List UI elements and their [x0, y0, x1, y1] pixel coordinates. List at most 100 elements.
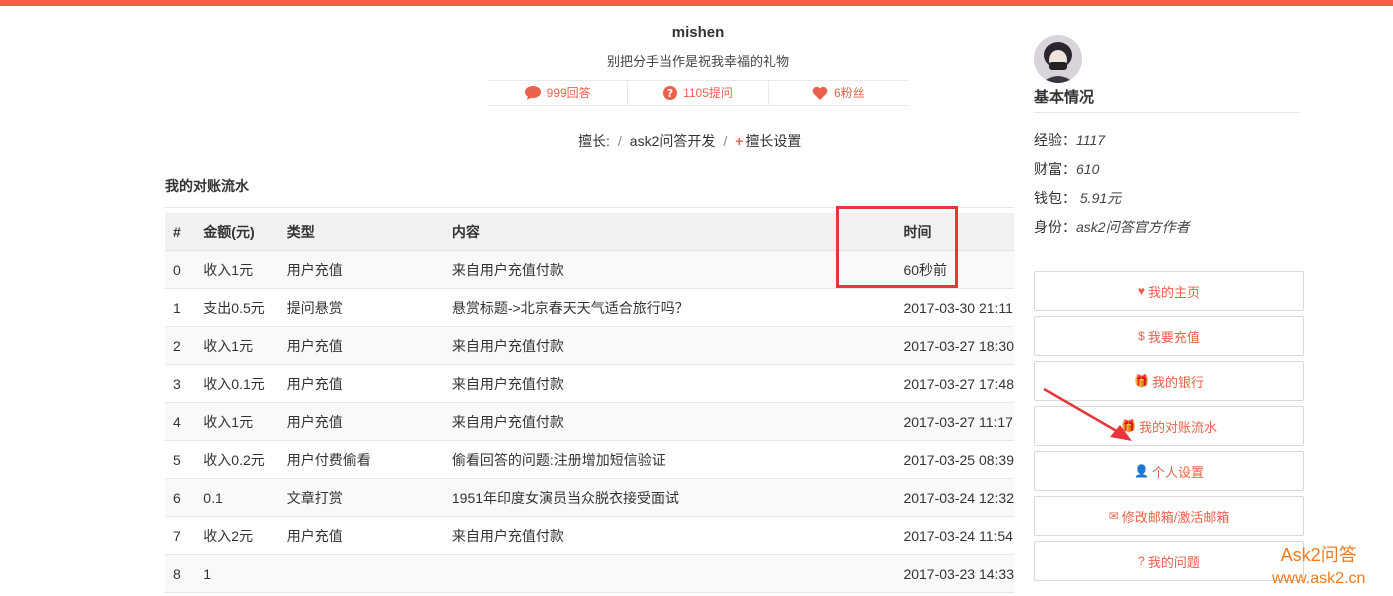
cell-content: 来自用户充值付款: [443, 326, 783, 365]
skills-label: 擅长:: [578, 133, 610, 149]
table-row: 3 收入0.1元 用户充值 来自用户充值付款 2017-03-27 17:48: [165, 364, 1014, 403]
time-column-highlight-box: [836, 206, 958, 288]
cell-type: 用户充值: [278, 364, 444, 403]
skills-row: 擅长: / ask2问答开发 / + 擅长设置: [578, 131, 801, 151]
avatar[interactable]: [1034, 35, 1082, 83]
plus-icon: +: [735, 133, 744, 149]
cell-spacer: [782, 478, 896, 517]
cell-type: 用户充值: [278, 250, 444, 289]
user-icon: 👤: [1134, 464, 1149, 478]
skills-setting-label: 擅长设置: [745, 133, 802, 149]
comment-icon: [524, 86, 541, 100]
cell-amount: 收入0.1元: [195, 364, 279, 403]
cell-time: 2017-03-30 21:11: [895, 288, 1014, 327]
menu-recharge-button[interactable]: $ 我要充值: [1034, 316, 1304, 356]
cell-content: 悬赏标题->北京春天天气适合旅行吗？: [443, 288, 783, 327]
info-value: 610: [1076, 161, 1100, 177]
info-identity: 身份：ask2问答官方作者: [1034, 217, 1190, 237]
menu-personal-settings-button[interactable]: 👤 个人设置: [1034, 451, 1304, 491]
menu-my-questions-button[interactable]: ? 我的问题: [1034, 541, 1304, 581]
cell-time: 2017-03-24 11:54: [895, 516, 1014, 555]
cell-type: [278, 554, 444, 593]
info-experience: 经验：1117: [1034, 130, 1105, 150]
table-row: 4 收入1元 用户充值 来自用户充值付款 2017-03-27 11:17: [165, 402, 1014, 441]
table-row: 6 0.1 文章打赏 1951年印度女演员当众脱衣接受面试 2017-03-24 12:…: [165, 478, 1014, 517]
cell-time: 2017-03-24 12:32: [895, 478, 1014, 517]
answers-count: 999回答: [546, 86, 591, 100]
menu-label: 我的对账流水: [1138, 419, 1217, 435]
cell-amount: 收入2元: [195, 516, 279, 555]
menu-my-homepage-button[interactable]: ♥ 我的主页: [1034, 271, 1304, 311]
cell-type: 提问悬赏: [278, 288, 444, 327]
cell-time: 2017-03-27 11:17: [895, 402, 1014, 441]
cell-amount: 收入1元: [195, 250, 279, 289]
user-signature: 别把分手当作是祝我幸福的礼物: [606, 54, 789, 69]
profile-stats: 999回答 ? 1105提问 6粉丝: [488, 80, 908, 106]
cell-time: 2017-03-25 08:39: [895, 440, 1014, 479]
questions-stat-link[interactable]: ? 1105提问: [628, 81, 769, 105]
cell-type: 用户充值: [278, 402, 444, 441]
info-value: ask2问答官方作者: [1076, 219, 1190, 235]
menu-label: 个人设置: [1151, 464, 1204, 480]
col-header-content: 内容: [443, 213, 783, 251]
cell-index: 4: [165, 402, 196, 441]
table-row: 7 收入2元 用户充值 来自用户充值付款 2017-03-24 11:54: [165, 516, 1014, 555]
answers-stat-link[interactable]: 999回答: [488, 81, 629, 105]
dollar-icon: $: [1138, 329, 1145, 343]
cell-amount: 收入1元: [195, 402, 279, 441]
cell-index: 8: [165, 554, 196, 593]
info-label: 财富：: [1034, 161, 1076, 177]
cell-amount: 支出0.5元: [195, 288, 279, 327]
username[interactable]: mishen: [488, 20, 908, 46]
table-row: 8 1 2017-03-23 14:33: [165, 554, 1014, 593]
cell-amount: 0.1: [195, 478, 279, 517]
menu-email-button[interactable]: ✉ 修改邮箱/激活邮箱: [1034, 496, 1304, 536]
cell-time: 2017-03-23 14:33: [895, 554, 1014, 593]
cell-content: 来自用户充值付款: [443, 402, 783, 441]
cell-index: 3: [165, 364, 196, 403]
heart-icon: ♥: [1137, 284, 1146, 298]
cell-time: 2017-03-27 18:30: [895, 326, 1014, 365]
cell-index: 1: [165, 288, 196, 327]
cell-spacer: [782, 288, 896, 327]
col-header-type: 类型: [278, 213, 444, 251]
cell-spacer: [782, 402, 896, 441]
info-label: 身份：: [1034, 219, 1076, 235]
cell-spacer: [782, 516, 896, 555]
watermark-url: www.ask2.cn: [1272, 570, 1366, 587]
cell-type: 用户付费偷看: [278, 440, 444, 479]
menu-label: 我要充值: [1147, 329, 1200, 345]
sidebar-title: 基本情况: [1034, 89, 1095, 106]
cell-content: 1951年印度女演员当众脱衣接受面试: [443, 478, 783, 517]
cell-index: 7: [165, 516, 196, 555]
table-row: 5 收入0.2元 用户付费偷看 偷看回答的问题:注册增加短信验证 2017-03-25 …: [165, 440, 1014, 479]
fans-count: 6粉丝: [833, 86, 865, 100]
cell-content: 来自用户充值付款: [443, 516, 783, 555]
info-wealth: 财富：610: [1034, 159, 1099, 179]
skills-setting-link[interactable]: + 擅长设置: [735, 131, 801, 151]
cell-content: [443, 554, 783, 593]
skills-separator: /: [617, 133, 622, 149]
watermark-title: Ask2问答: [1280, 545, 1357, 565]
cell-type: 用户充值: [278, 326, 444, 365]
menu-label: 我的问题: [1147, 554, 1200, 570]
fans-stat-link[interactable]: 6粉丝: [769, 81, 908, 105]
info-label: 经验：: [1034, 132, 1076, 148]
cell-type: 文章打赏: [278, 478, 444, 517]
menu-label: 修改邮箱/激活邮箱: [1121, 509, 1230, 525]
sidebar-divider: [1034, 112, 1299, 113]
col-header-index: #: [165, 213, 196, 251]
cell-content: 来自用户充值付款: [443, 250, 783, 289]
questions-count: 1105提问: [683, 86, 733, 100]
avatar-image: [1034, 35, 1082, 83]
cell-content: 来自用户充值付款: [443, 364, 783, 403]
question-icon: ?: [663, 86, 678, 100]
svg-text:?: ?: [667, 87, 673, 100]
profile-header: mishen 别把分手当作是祝我幸福的礼物 999回答 ? 1105提问 6粉丝: [488, 20, 908, 106]
cell-time: 2017-03-27 17:48: [895, 364, 1014, 403]
cell-index: 6: [165, 478, 196, 517]
skill-tag[interactable]: ask2问答开发: [630, 131, 716, 151]
heart-icon: [812, 86, 828, 100]
info-value: 5.91元: [1076, 190, 1122, 206]
cell-index: 5: [165, 440, 196, 479]
